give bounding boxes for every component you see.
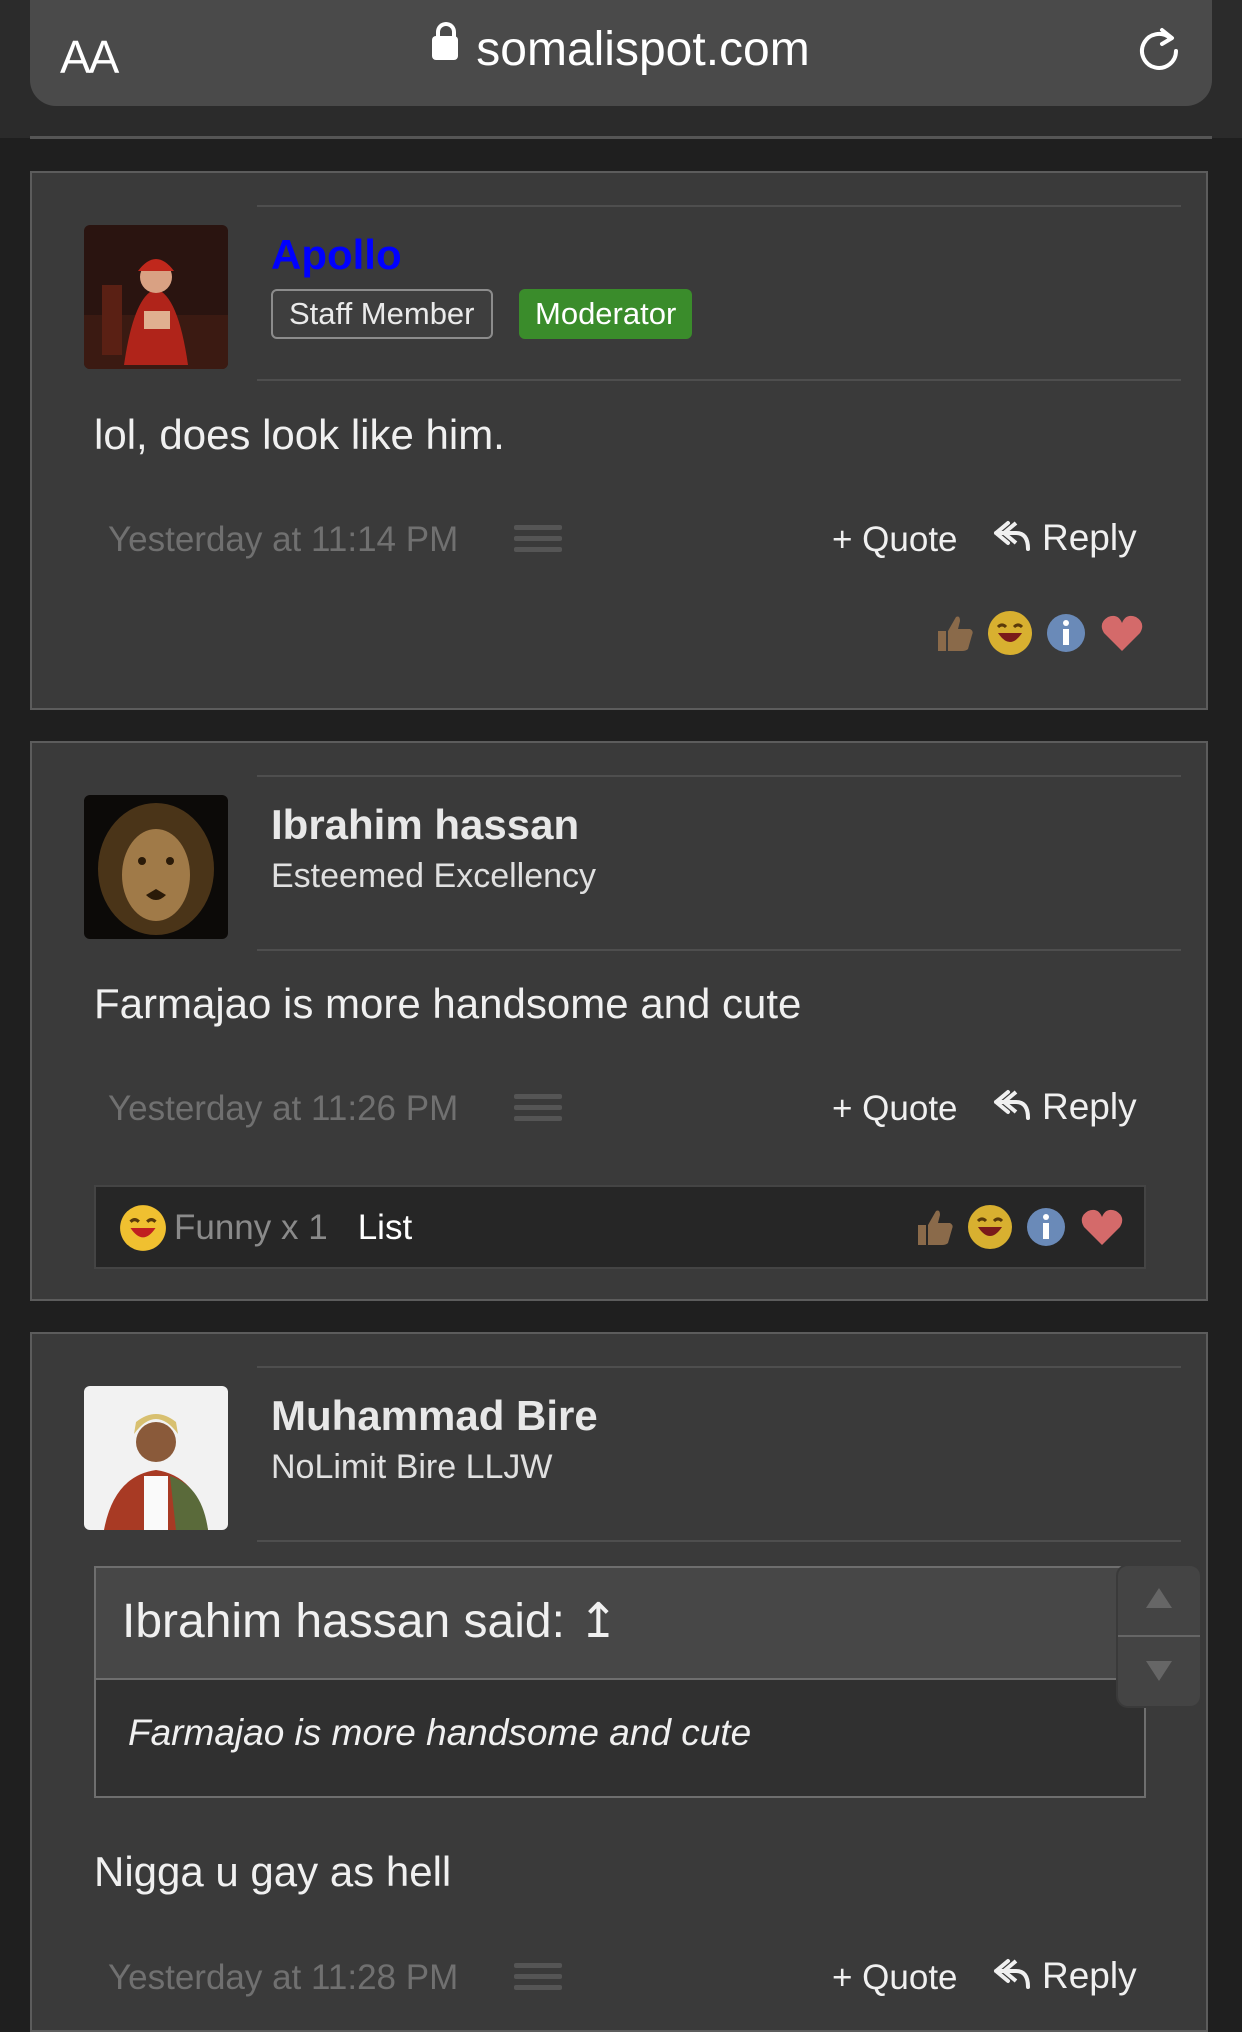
heart-icon[interactable]	[1098, 609, 1146, 657]
reply-button[interactable]: Reply	[992, 1955, 1137, 1997]
quote-button[interactable]: + Quote	[832, 520, 958, 560]
lock-icon	[432, 22, 459, 61]
reaction-bar	[930, 609, 1146, 657]
reaction-list-link[interactable]: List	[358, 1208, 412, 1248]
reply-button[interactable]: Reply	[992, 517, 1137, 559]
post-menu-icon[interactable]	[514, 1963, 562, 1995]
moderator-badge: Moderator	[519, 289, 693, 339]
info-icon[interactable]	[1022, 1203, 1070, 1251]
reaction-count: Funny x 1	[174, 1208, 328, 1247]
reply-label: Reply	[1042, 517, 1137, 558]
quote-text: Farmajao is more handsome and cute	[128, 1712, 752, 1753]
laugh-icon[interactable]	[966, 1203, 1014, 1251]
post-message: Farmajao is more handsome and cute	[94, 980, 802, 1027]
reply-icon	[994, 1090, 1030, 1121]
reaction-bar	[910, 1203, 1126, 1251]
staff-member-badge: Staff Member	[271, 289, 493, 339]
reload-icon[interactable]	[1132, 24, 1186, 78]
address-bar[interactable]: AA somalispot.com	[30, 0, 1212, 106]
quote-button[interactable]: + Quote	[832, 1089, 958, 1129]
quote-block: Ibrahim hassan said: ↥ Farmajao is more …	[94, 1566, 1146, 1798]
thumbs-up-icon[interactable]	[930, 609, 978, 657]
quote-button[interactable]: + Quote	[832, 1958, 958, 1998]
user-title: NoLimit Bire LLJW	[271, 1448, 553, 1486]
user-info: Muhammad Bire NoLimit Bire LLJW	[257, 1366, 1181, 1542]
url-display[interactable]: somalispot.com	[30, 22, 1212, 77]
reply-button[interactable]: Reply	[992, 1086, 1137, 1128]
post-menu-icon[interactable]	[514, 1094, 562, 1126]
reply-label: Reply	[1042, 1086, 1137, 1127]
scroll-up-icon[interactable]	[1118, 1566, 1200, 1635]
reply-icon	[994, 1959, 1030, 1990]
scroll-control	[1116, 1564, 1202, 1708]
laugh-icon	[120, 1205, 166, 1251]
post: Muhammad Bire NoLimit Bire LLJW Ibrahim …	[30, 1332, 1208, 2032]
user-info: Apollo Staff Member Moderator	[257, 205, 1181, 381]
post: Apollo Staff Member Moderator lol, does …	[30, 171, 1208, 710]
avatar[interactable]	[84, 795, 228, 939]
post-timestamp[interactable]: Yesterday at 11:14 PM	[108, 520, 458, 560]
browser-chrome: AA somalispot.com	[0, 0, 1242, 139]
post-timestamp[interactable]: Yesterday at 11:26 PM	[108, 1089, 458, 1129]
thumbs-up-icon[interactable]	[910, 1203, 958, 1251]
info-icon[interactable]	[1042, 609, 1090, 657]
post-message: Nigga u gay as hell	[94, 1848, 452, 1895]
heart-icon[interactable]	[1078, 1203, 1126, 1251]
avatar[interactable]	[84, 1386, 228, 1530]
quote-attribution[interactable]: Ibrahim hassan said: ↥	[96, 1568, 1144, 1680]
post-timestamp[interactable]: Yesterday at 11:28 PM	[108, 1958, 458, 1998]
reaction-summary[interactable]: Funny x 1 List	[118, 1203, 412, 1253]
username[interactable]: Muhammad Bire	[271, 1392, 598, 1440]
domain-text: somalispot.com	[476, 23, 810, 76]
divider	[30, 136, 1212, 139]
post-menu-icon[interactable]	[514, 525, 562, 557]
post-message: lol, does look like him.	[94, 411, 505, 458]
reaction-summary-bar: Funny x 1 List	[94, 1185, 1146, 1269]
username[interactable]: Apollo	[271, 231, 402, 279]
avatar[interactable]	[84, 225, 228, 369]
scroll-down-icon[interactable]	[1118, 1637, 1200, 1706]
reply-label: Reply	[1042, 1955, 1137, 1996]
user-title: Esteemed Excellency	[271, 857, 597, 895]
user-info: Ibrahim hassan Esteemed Excellency	[257, 775, 1181, 951]
post: Ibrahim hassan Esteemed Excellency Farma…	[30, 741, 1208, 1301]
reply-icon	[994, 521, 1030, 552]
laugh-icon[interactable]	[986, 609, 1034, 657]
username[interactable]: Ibrahim hassan	[271, 801, 579, 849]
